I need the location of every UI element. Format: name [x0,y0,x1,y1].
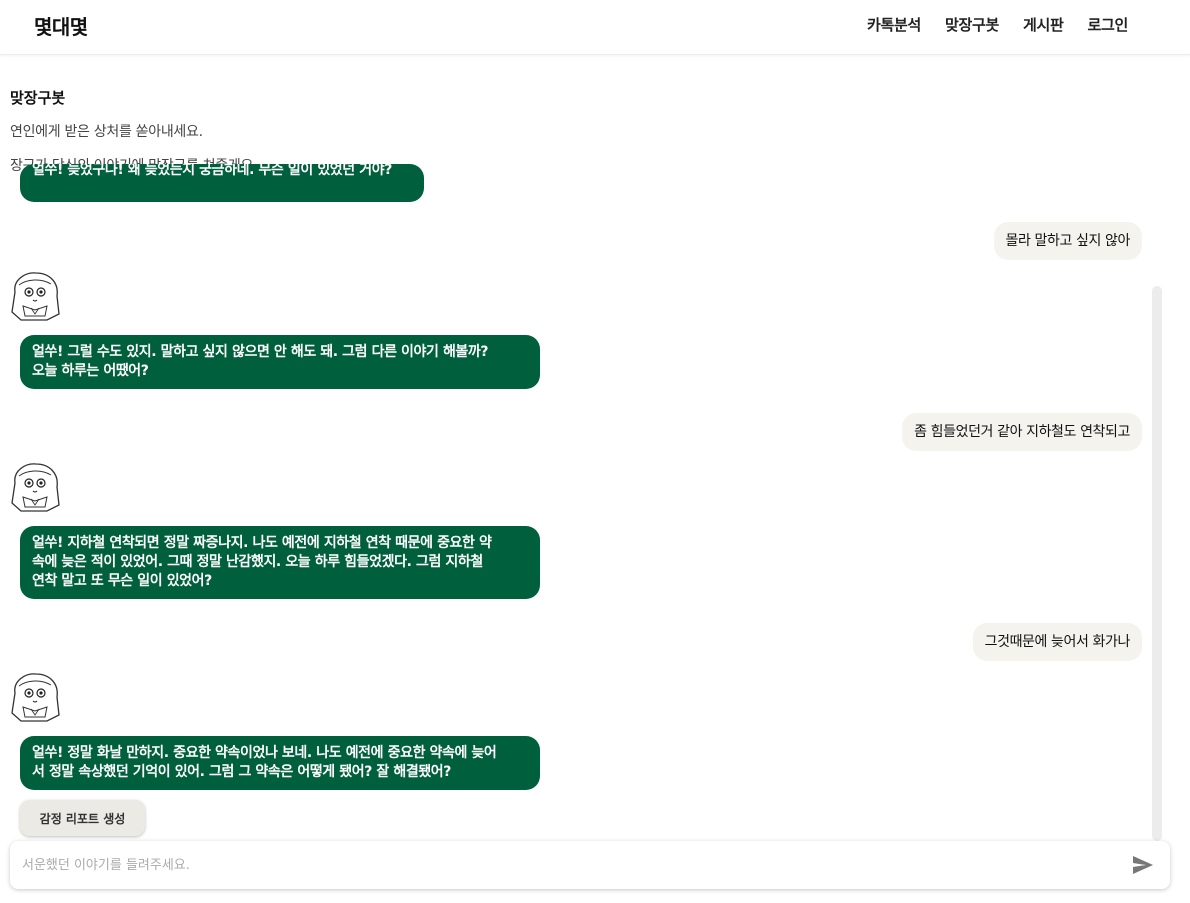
chat-message-input[interactable] [22,851,1112,879]
user-message: 좀 힘들었던거 같아 지하철도 연착되고 [902,413,1142,451]
janggu-avatar-icon [11,673,60,722]
bot-message: 얼쑤! 정말 화날 만하지. 중요한 약속이었나 보네. 나도 예전에 중요한 … [20,736,540,790]
bot-message-line: 서 정말 속상했던 기억이 있어. 그럼 그 약속은 어떻게 됐어? 잘 해결됐… [32,764,452,780]
user-message: 몰라 말하고 싶지 않아 [993,222,1142,260]
bot-message: 얼쑤! 그럴 수도 있지. 말하고 싶지 않으면 안 해도 돼. 그럼 다른 이… [20,335,540,389]
bot-message: 얼쑤! 지하철 연착되면 정말 짜증나지. 나도 예전에 지하철 연착 때문에 … [20,526,540,599]
nav-matjang-bot[interactable]: 맞장구봇 [945,14,999,35]
bot-message-line: 얼쑤! 정말 화날 만하지. 중요한 약속이었나 보네. 나도 예전에 중요한 … [32,745,497,761]
bot-message-line: 얼쑤! 지하철 연착되면 정말 짜증나지. 나도 예전에 지하철 연착 때문에 … [32,535,492,551]
emotion-report-button[interactable]: 감정 리포트 생성 [20,800,145,836]
bot-message-line: 얼쑤! 늦었구나! 왜 늦었는지 궁금하네. 무슨 일이 있었던 거야? [32,164,392,178]
nav-kakao-analysis[interactable]: 카톡분석 [867,14,921,35]
top-navbar: 몇대몇 카톡분석 맞장구봇 게시판 로그인 [0,0,1190,55]
page-title: 맞장구봇 [10,89,66,107]
bot-message-line: 속에 늦은 적이 있었어. 그때 정말 난감했지. 오늘 하루 힘들었겠다. 그… [32,554,483,570]
janggu-avatar-icon [11,463,60,512]
nav-board[interactable]: 게시판 [1023,14,1064,35]
chat-messages[interactable]: 얼쑤! 늦었구나! 왜 늦었는지 궁금하네. 무슨 일이 있었던 거야? 몰라 … [0,160,1190,836]
main-nav: 카톡분석 맞장구봇 게시판 로그인 [867,14,1128,35]
chat-input-bar [10,841,1170,889]
user-message: 그것때문에 늦어서 화가나 [972,623,1142,661]
chat-scrollbar[interactable] [1152,286,1162,841]
brand-logo[interactable]: 몇대몇 [34,11,88,40]
bot-message-line: 연착 말고 또 무슨 일이 있었어? [32,573,212,589]
nav-login[interactable]: 로그인 [1087,14,1128,35]
bot-message-line: 얼쑤! 그럴 수도 있지. 말하고 싶지 않으면 안 해도 돼. 그럼 다른 이… [32,344,489,360]
send-icon[interactable] [1130,853,1156,877]
janggu-avatar-icon [11,272,60,321]
bot-message-line: 오늘 하루는 어땠어? [32,363,149,379]
bot-message: 얼쑤! 늦었구나! 왜 늦었는지 궁금하네. 무슨 일이 있었던 거야? [20,164,424,202]
page-description-line: 연인에게 받은 상처를 쏟아내세요. [10,124,203,140]
